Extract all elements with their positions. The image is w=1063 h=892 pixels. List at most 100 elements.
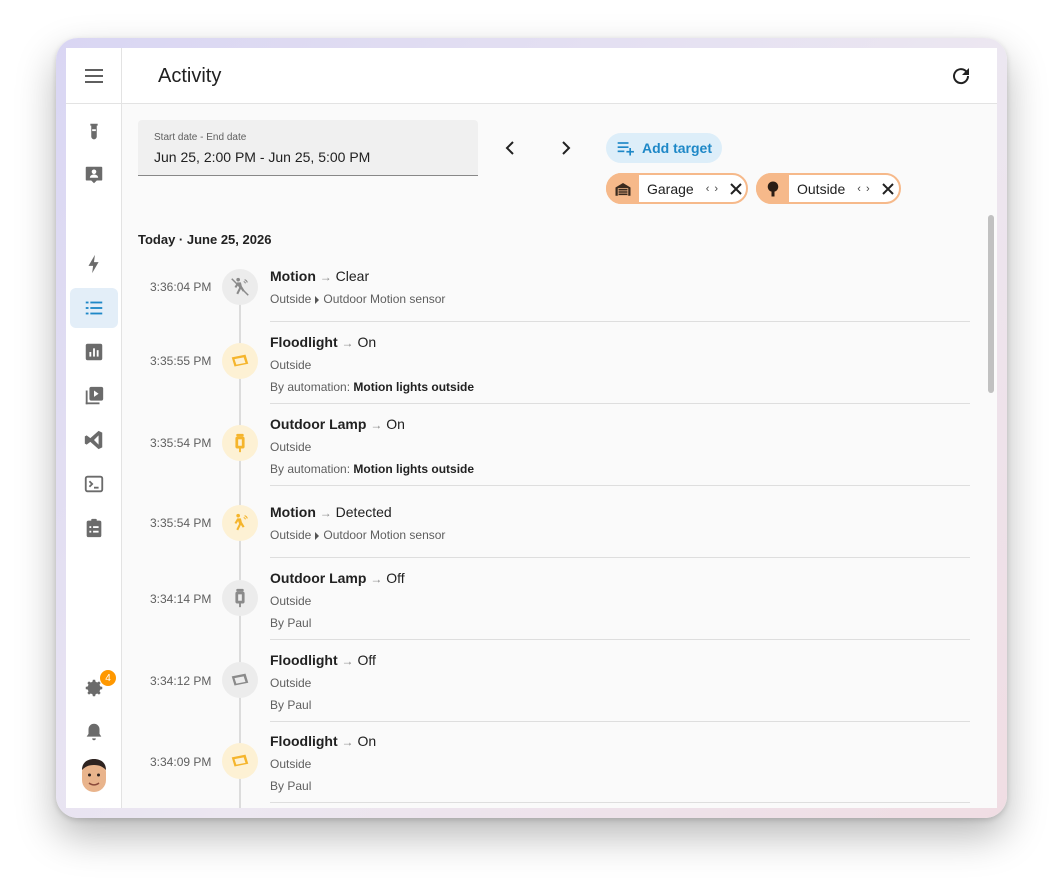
arrow-right-icon: → (341, 735, 354, 749)
floodlight-icon (231, 673, 249, 686)
sidebar-item-test[interactable] (70, 112, 118, 152)
target-chip-garage[interactable]: Garage ‹ › (606, 173, 748, 204)
expand-icon[interactable]: ‹ › (857, 183, 870, 195)
entry-time: 3:35:55 PM (150, 354, 212, 368)
list-item[interactable]: 3:35:54 PM Motion → Detected Outside Outd… (138, 494, 970, 566)
sidebar-item-energy[interactable] (70, 244, 118, 284)
date-range-value: Jun 25, 2:00 PM - Jun 25, 5:00 PM (154, 149, 371, 165)
divider (270, 321, 970, 322)
list-item[interactable]: 3:36:04 PM Motion → Clear Outside Outdoor… (138, 264, 970, 334)
entry-area[interactable]: Outside (270, 528, 311, 542)
entry-by-prefix: By automation: (270, 380, 351, 394)
entry-name: Outdoor Lamp (270, 416, 367, 432)
sidebar-header (66, 48, 121, 104)
outdoor-lamp-icon (235, 433, 245, 453)
avatar[interactable] (80, 758, 108, 794)
list-item[interactable]: 3:34:14 PM Outdoor Lamp → Off Outside By… (138, 566, 970, 648)
caret-right-icon (315, 296, 320, 304)
date-range-picker[interactable]: Start date - End date Jun 25, 2:00 PM - … (138, 120, 478, 176)
lightning-icon (88, 254, 99, 274)
entry-area[interactable]: Outside (270, 358, 474, 372)
media-icon (85, 386, 104, 405)
entry-state: Detected (335, 504, 392, 520)
arrow-right-icon: → (319, 270, 332, 284)
sidebar-item-settings[interactable]: 4 (70, 668, 118, 708)
floodlight-icon (231, 754, 249, 767)
chevron-left-icon[interactable] (498, 136, 522, 160)
arrow-right-icon: → (341, 336, 354, 350)
entry-device[interactable]: Outdoor Motion sensor (323, 292, 445, 306)
caret-right-icon (315, 532, 320, 540)
page-title: Activity (158, 65, 222, 87)
menu-icon[interactable] (84, 68, 104, 84)
entry-by-automation[interactable]: Motion lights outside (353, 380, 474, 394)
sidebar-item-account[interactable] (70, 155, 118, 195)
entry-state: Clear (335, 268, 370, 284)
chevron-right-icon[interactable] (554, 136, 578, 160)
sidebar: 4 (66, 48, 122, 808)
entry-state: On (357, 334, 377, 350)
entry-time: 3:35:54 PM (150, 436, 212, 450)
entry-by: By Paul (270, 616, 312, 630)
sidebar-item-activity[interactable] (70, 288, 118, 328)
motion-sensor-off-icon (231, 277, 249, 296)
bell-icon (86, 723, 102, 741)
close-icon[interactable] (729, 182, 743, 196)
chip-label: Outside (797, 180, 846, 197)
sidebar-item-code[interactable] (70, 420, 118, 460)
sidebar-item-todo[interactable] (70, 508, 118, 548)
clipboard-list-icon (86, 518, 102, 538)
chart-box-icon (85, 343, 103, 361)
entry-by-automation[interactable]: Motion lights outside (353, 462, 474, 476)
entry-state: On (386, 416, 405, 432)
chip-label: Garage (647, 180, 694, 197)
motion-sensor-icon (234, 513, 248, 531)
list-item[interactable]: 3:35:55 PM Floodlight → On Outside By au… (138, 330, 970, 412)
entry-area[interactable]: Outside (270, 292, 311, 306)
entry-area[interactable]: Outside (270, 757, 376, 771)
target-chip-outside[interactable]: Outside ‹ › (756, 173, 901, 204)
entry-area[interactable]: Outside (270, 440, 474, 454)
list-item[interactable]: 3:34:12 PM Floodlight → Off Outside By P… (138, 648, 970, 730)
sidebar-item-history[interactable] (70, 332, 118, 372)
test-tube-icon (90, 123, 98, 140)
day-heading: Today · June 25, 2026 (138, 232, 272, 247)
account-box-icon (85, 166, 103, 184)
settings-badge: 4 (100, 670, 116, 686)
top-bar: Activity (122, 48, 997, 104)
entry-time: 3:36:04 PM (150, 280, 212, 294)
refresh-icon[interactable] (949, 64, 973, 88)
sidebar-item-media[interactable] (70, 376, 118, 416)
entry-time: 3:34:12 PM (150, 674, 212, 688)
expand-icon[interactable]: ‹ › (706, 183, 719, 195)
vscode-icon (84, 430, 103, 450)
arrow-right-icon: → (370, 572, 383, 586)
entry-state: Off (357, 652, 376, 668)
arrow-right-icon: → (319, 506, 332, 520)
entry-name: Floodlight (270, 733, 338, 749)
divider (270, 403, 970, 404)
entry-name: Floodlight (270, 334, 338, 350)
scrollbar[interactable] (988, 215, 994, 393)
list-item[interactable]: 3:34:09 PM Floodlight → On Outside By Pa… (138, 729, 970, 808)
entry-name: Floodlight (270, 652, 338, 668)
entry-device[interactable]: Outdoor Motion sensor (323, 528, 445, 542)
list-item[interactable]: 3:35:54 PM Outdoor Lamp → On Outside By … (138, 412, 970, 494)
entry-state: On (357, 733, 377, 749)
entry-area[interactable]: Outside (270, 676, 376, 690)
entry-area[interactable]: Outside (270, 594, 405, 608)
add-target-button[interactable]: Add target (606, 133, 722, 163)
activity-list-icon (85, 301, 103, 315)
tree-icon (767, 181, 778, 196)
sidebar-item-notifications[interactable] (70, 712, 118, 752)
entry-name: Outdoor Lamp (270, 570, 367, 586)
sidebar-item-terminal[interactable] (70, 464, 118, 504)
close-icon[interactable] (881, 182, 895, 196)
entry-by: By Paul (270, 779, 312, 793)
divider (270, 485, 970, 486)
arrow-right-icon: → (370, 418, 383, 432)
date-range-label: Start date - End date (154, 132, 247, 143)
divider (270, 721, 970, 722)
entry-name: Motion (270, 504, 316, 520)
entry-name: Motion (270, 268, 316, 284)
